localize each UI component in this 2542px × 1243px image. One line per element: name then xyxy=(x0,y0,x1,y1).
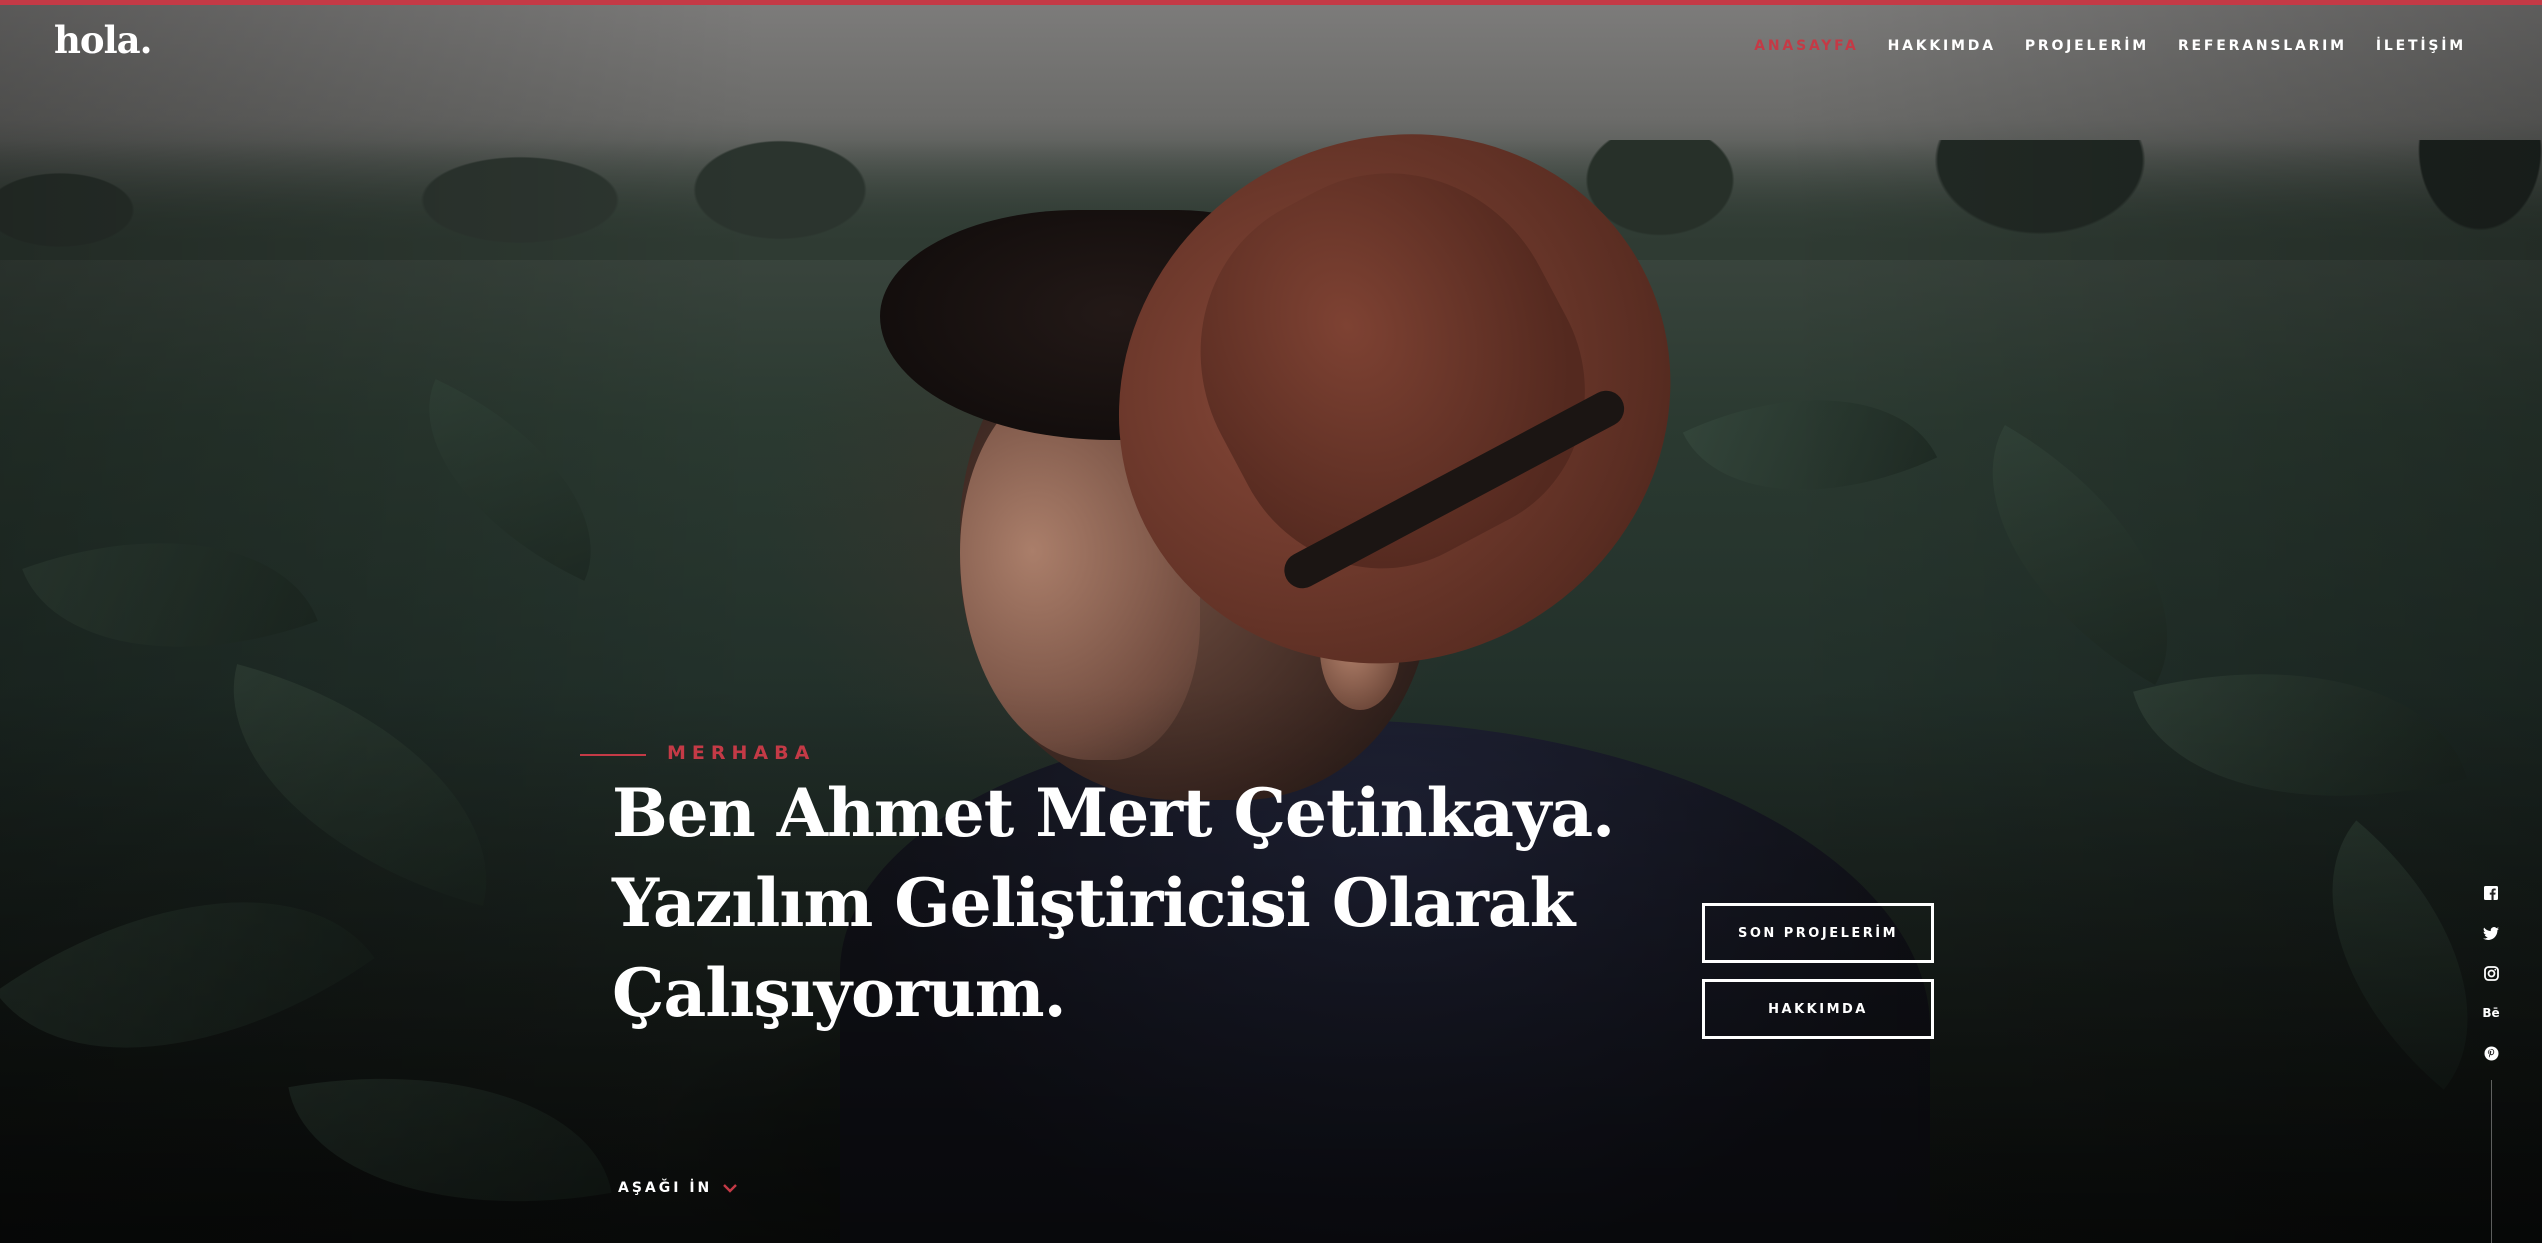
behance-icon[interactable]: Bē xyxy=(2482,1004,2500,1022)
instagram-icon[interactable] xyxy=(2482,964,2500,982)
social-divider xyxy=(2491,1080,2492,1243)
nav-item-projelerim[interactable]: PROJELERİM xyxy=(2025,38,2149,54)
nav-item-hakkimda[interactable]: HAKKIMDA xyxy=(1888,38,1996,54)
about-button[interactable]: HAKKIMDA xyxy=(1702,979,1934,1039)
page-title: Ben Ahmet Mert Çetinkaya. Yazılım Gelişt… xyxy=(612,768,1615,1038)
site-logo[interactable]: hola. xyxy=(54,18,152,62)
top-accent-bar xyxy=(0,0,2542,5)
main-nav: ANASAYFA HAKKIMDA PROJELERİM REFERANSLAR… xyxy=(1754,38,2466,54)
intro-divider xyxy=(580,754,646,756)
headline-line: Çalışıyorum. xyxy=(612,954,1067,1032)
intro-label: MERHABA xyxy=(667,742,816,764)
facebook-icon[interactable] xyxy=(2482,884,2500,902)
recent-projects-button[interactable]: SON PROJELERİM xyxy=(1702,903,1934,963)
social-links: Bē xyxy=(2476,884,2506,1062)
hero-section: hola. ANASAYFA HAKKIMDA PROJELERİM REFER… xyxy=(0,0,2542,1243)
pinterest-icon[interactable] xyxy=(2482,1044,2500,1062)
nav-item-iletisim[interactable]: İLETİŞİM xyxy=(2376,38,2466,54)
chevron-down-icon xyxy=(722,1182,738,1194)
nav-item-referanslarim[interactable]: REFERANSLARIM xyxy=(2178,38,2347,54)
overlay-vignette xyxy=(0,0,2542,1243)
headline-line: Yazılım Geliştiricisi Olarak xyxy=(612,864,1575,942)
headline-line: Ben Ahmet Mert Çetinkaya. xyxy=(612,774,1615,852)
nav-item-anasayfa[interactable]: ANASAYFA xyxy=(1754,38,1858,54)
scroll-down-label: AŞAĞI İN xyxy=(618,1180,713,1196)
scroll-down-link[interactable]: AŞAĞI İN xyxy=(618,1180,738,1196)
twitter-icon[interactable] xyxy=(2482,924,2500,942)
